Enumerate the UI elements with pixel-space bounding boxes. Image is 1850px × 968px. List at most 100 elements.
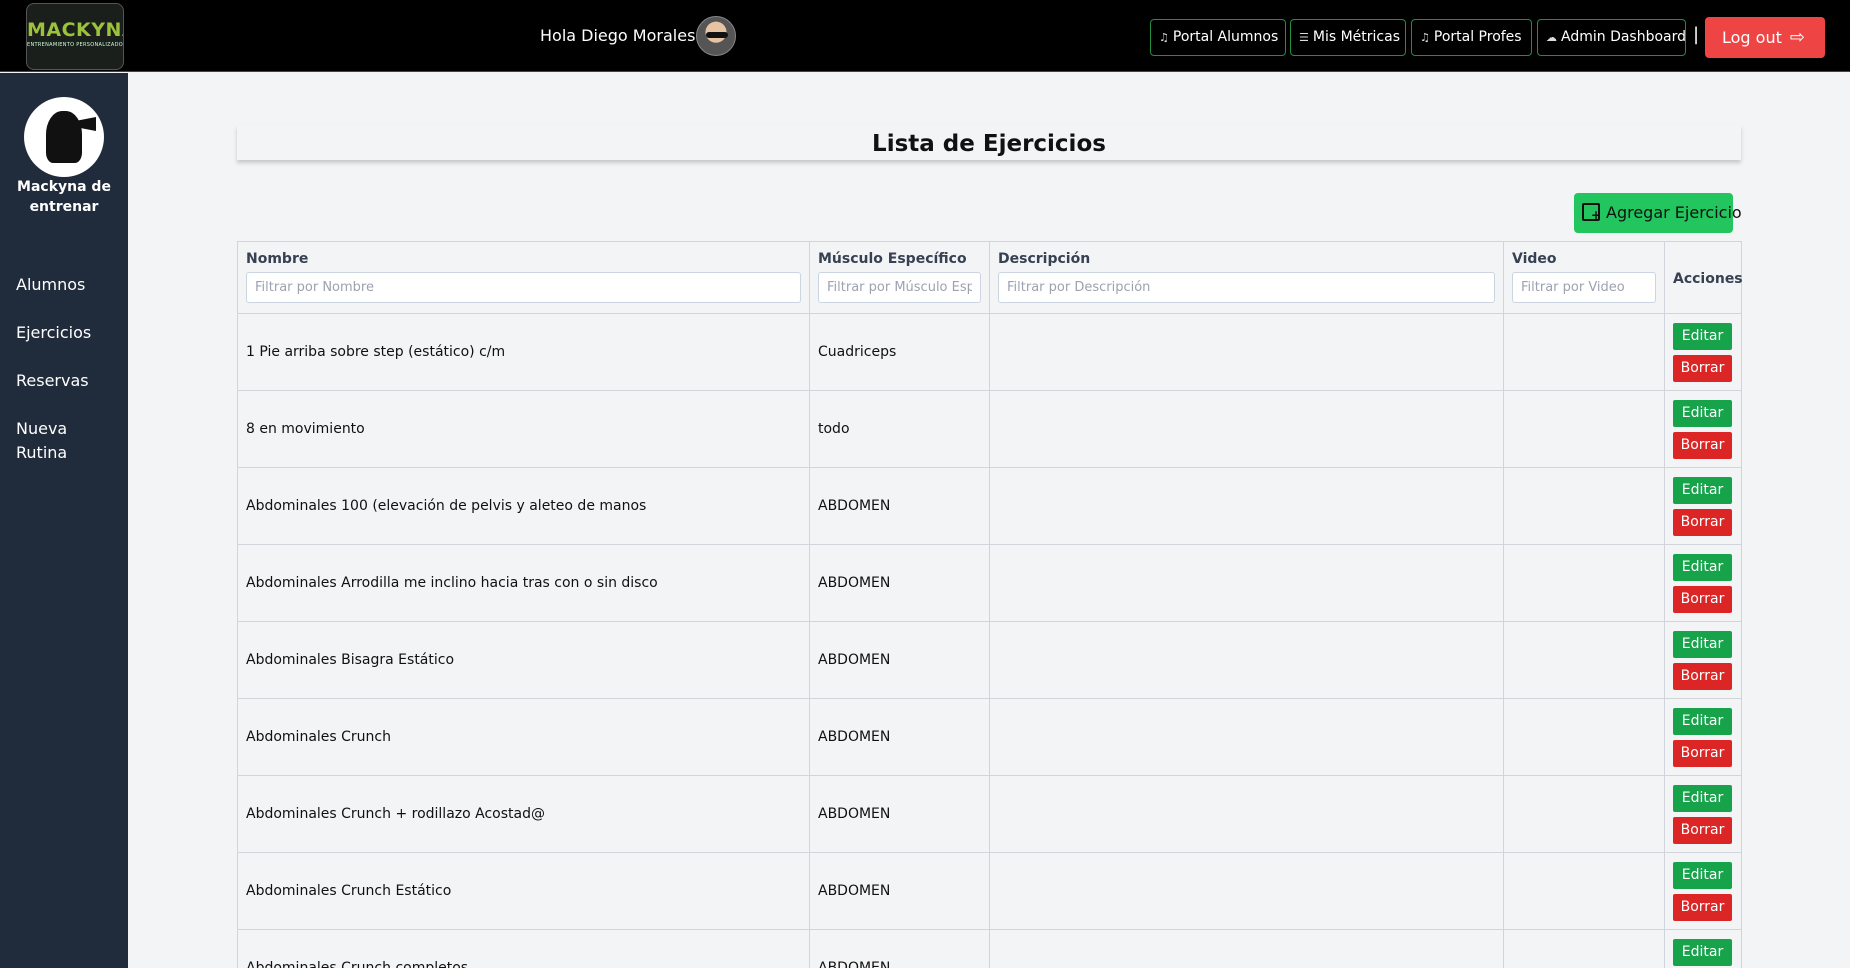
delete-button[interactable]: Borrar	[1673, 354, 1732, 382]
table-row: Abdominales Arrodilla me inclino hacia t…	[237, 544, 1742, 622]
edit-button[interactable]: Editar	[1673, 707, 1732, 735]
nav-portal-profes-button[interactable]: ♫ Portal Profes	[1411, 19, 1532, 56]
table-body: 1 Pie arriba sobre step (estático) c/m C…	[237, 313, 1742, 968]
cell-descripcion	[989, 544, 1504, 622]
cell-musculo: Cuadriceps	[809, 313, 990, 391]
delete-button[interactable]: Borrar	[1673, 585, 1732, 613]
logout-button[interactable]: Log out ⇨	[1705, 17, 1825, 58]
cell-nombre: Abdominales 100 (elevación de pelvis y a…	[237, 467, 810, 545]
cell-descripcion	[989, 390, 1504, 468]
table-row: Abdominales Bisagra Estático ABDOMEN Edi…	[237, 621, 1742, 699]
cell-actions: EditarBorrar	[1664, 929, 1742, 968]
cell-actions: Editar Borrar	[1664, 698, 1742, 776]
filter-nombre-input[interactable]	[246, 272, 801, 303]
logout-label: Log out	[1722, 28, 1782, 47]
nav-admin-dashboard-label: Admin Dashboard	[1561, 29, 1687, 45]
edit-button[interactable]: Editar	[1673, 476, 1732, 504]
exercises-table: Nombre Músculo Específico Descripción Vi…	[237, 241, 1743, 968]
edit-button[interactable]: Editar	[1673, 553, 1732, 581]
column-label: Descripción	[998, 251, 1091, 267]
cell-nombre: Abdominales Crunch	[237, 698, 810, 776]
filter-video-input[interactable]	[1512, 272, 1656, 303]
sidebar-item-alumnos[interactable]: Alumnos	[16, 273, 116, 297]
cell-descripcion	[989, 852, 1504, 930]
table-row: Abdominales Crunch Estático ABDOMEN Edit…	[237, 852, 1742, 930]
add-chart-icon	[1582, 195, 1601, 235]
table-row: 8 en movimiento todo Editar Borrar	[237, 390, 1742, 468]
edit-button[interactable]: Editar	[1673, 322, 1732, 350]
delete-button[interactable]: Borrar	[1673, 739, 1732, 767]
add-exercise-button[interactable]: Agregar Ejercicio	[1574, 193, 1742, 235]
delete-button[interactable]: Borrar	[1673, 816, 1732, 844]
add-exercise-label: Agregar Ejercicio	[1606, 203, 1742, 222]
cell-descripcion	[989, 467, 1504, 545]
menu-lines-icon: ☰	[1299, 31, 1309, 44]
filter-descripcion-input[interactable]	[998, 272, 1495, 303]
delete-button[interactable]: Borrar	[1673, 431, 1732, 459]
column-header-musculo: Músculo Específico	[809, 241, 990, 314]
cell-nombre: 8 en movimiento	[237, 390, 810, 468]
brand-logo[interactable]: MACKYNA ENTRENAMIENTO PERSONALIZADO	[26, 3, 124, 70]
logout-icon: ⇨	[1789, 27, 1805, 48]
cell-musculo: ABDOMEN	[809, 698, 990, 776]
sidebar-item-ejercicios[interactable]: Ejercicios	[16, 321, 116, 345]
cell-video	[1503, 929, 1665, 968]
column-header-video: Video	[1503, 241, 1665, 314]
cell-actions: Editar Borrar	[1664, 313, 1742, 391]
user-greeting: Hola Diego Morales!	[540, 26, 702, 45]
cell-video	[1503, 390, 1665, 468]
cell-musculo: ABDOMEN	[809, 775, 990, 853]
cell-actions: Editar Borrar	[1664, 544, 1742, 622]
cell-actions: Editar Borrar	[1664, 775, 1742, 853]
user-avatar[interactable]	[696, 16, 736, 56]
nav-portal-alumnos-button[interactable]: ♫ Portal Alumnos	[1150, 19, 1286, 56]
trainer-figure	[46, 111, 82, 163]
sidebar-user-name: Mackyna de entrenar	[17, 179, 111, 215]
cell-musculo: ABDOMEN	[809, 929, 990, 968]
nav-mis-metricas-button[interactable]: ☰ Mis Métricas	[1290, 19, 1406, 56]
table-row: Abdominales Crunch + rodillazo Acostad@ …	[237, 775, 1742, 853]
cell-nombre: 1 Pie arriba sobre step (estático) c/m	[237, 313, 810, 391]
filter-musculo-input[interactable]	[818, 272, 981, 303]
table-row: 1 Pie arriba sobre step (estático) c/m C…	[237, 313, 1742, 391]
nav-portal-profes-label: Portal Profes	[1433, 29, 1522, 45]
table-row: Abdominales Crunch completos ABDOMEN Edi…	[237, 929, 1742, 968]
column-header-acciones: Acciones	[1664, 241, 1743, 314]
nav-mis-metricas-label: Mis Métricas	[1312, 29, 1400, 45]
delete-button[interactable]: Borrar	[1673, 662, 1732, 690]
cell-musculo: ABDOMEN	[809, 467, 990, 545]
edit-button[interactable]: Editar	[1673, 630, 1732, 658]
page-title: Lista de Ejercicios	[872, 131, 1106, 157]
music-note-icon: ♫	[1420, 31, 1430, 44]
cell-video	[1503, 467, 1665, 545]
cell-video	[1503, 775, 1665, 853]
cell-descripcion	[989, 929, 1504, 968]
cell-actions: Editar Borrar	[1664, 852, 1742, 930]
cell-descripcion	[989, 621, 1504, 699]
nav-portal-alumnos-label: Portal Alumnos	[1172, 29, 1279, 45]
table-row: Abdominales Crunch ABDOMEN Editar Borrar	[237, 698, 1742, 776]
cell-descripcion	[989, 775, 1504, 853]
edit-button[interactable]: Editar	[1673, 861, 1732, 889]
nav-admin-dashboard-button[interactable]: ☁ Admin Dashboard	[1537, 19, 1686, 56]
edit-button[interactable]: Editar	[1673, 399, 1732, 427]
column-label: Nombre	[246, 251, 309, 267]
sidebar-item-reservas[interactable]: Reservas	[16, 369, 116, 393]
table-header-row: Nombre Músculo Específico Descripción Vi…	[237, 241, 1743, 314]
sidebar: Mackyna de entrenar Alumnos Ejercicios R…	[0, 73, 128, 968]
cell-video	[1503, 698, 1665, 776]
nav-separator: |	[1693, 24, 1700, 45]
logo-text: MACKYNA	[27, 19, 123, 41]
cell-musculo: ABDOMEN	[809, 621, 990, 699]
cell-nombre: Abdominales Crunch Estático	[237, 852, 810, 930]
sidebar-item-nueva-rutina[interactable]: Nueva Rutina	[16, 417, 76, 465]
edit-button[interactable]: Editar	[1673, 938, 1732, 966]
delete-button[interactable]: Borrar	[1673, 508, 1732, 536]
edit-button[interactable]: Editar	[1673, 784, 1732, 812]
cell-actions: Editar Borrar	[1664, 467, 1742, 545]
logo-tagline: ENTRENAMIENTO PERSONALIZADO	[27, 42, 123, 48]
cell-musculo: ABDOMEN	[809, 544, 990, 622]
column-header-nombre: Nombre	[237, 241, 810, 314]
cell-video	[1503, 621, 1665, 699]
delete-button[interactable]: Borrar	[1673, 893, 1732, 921]
